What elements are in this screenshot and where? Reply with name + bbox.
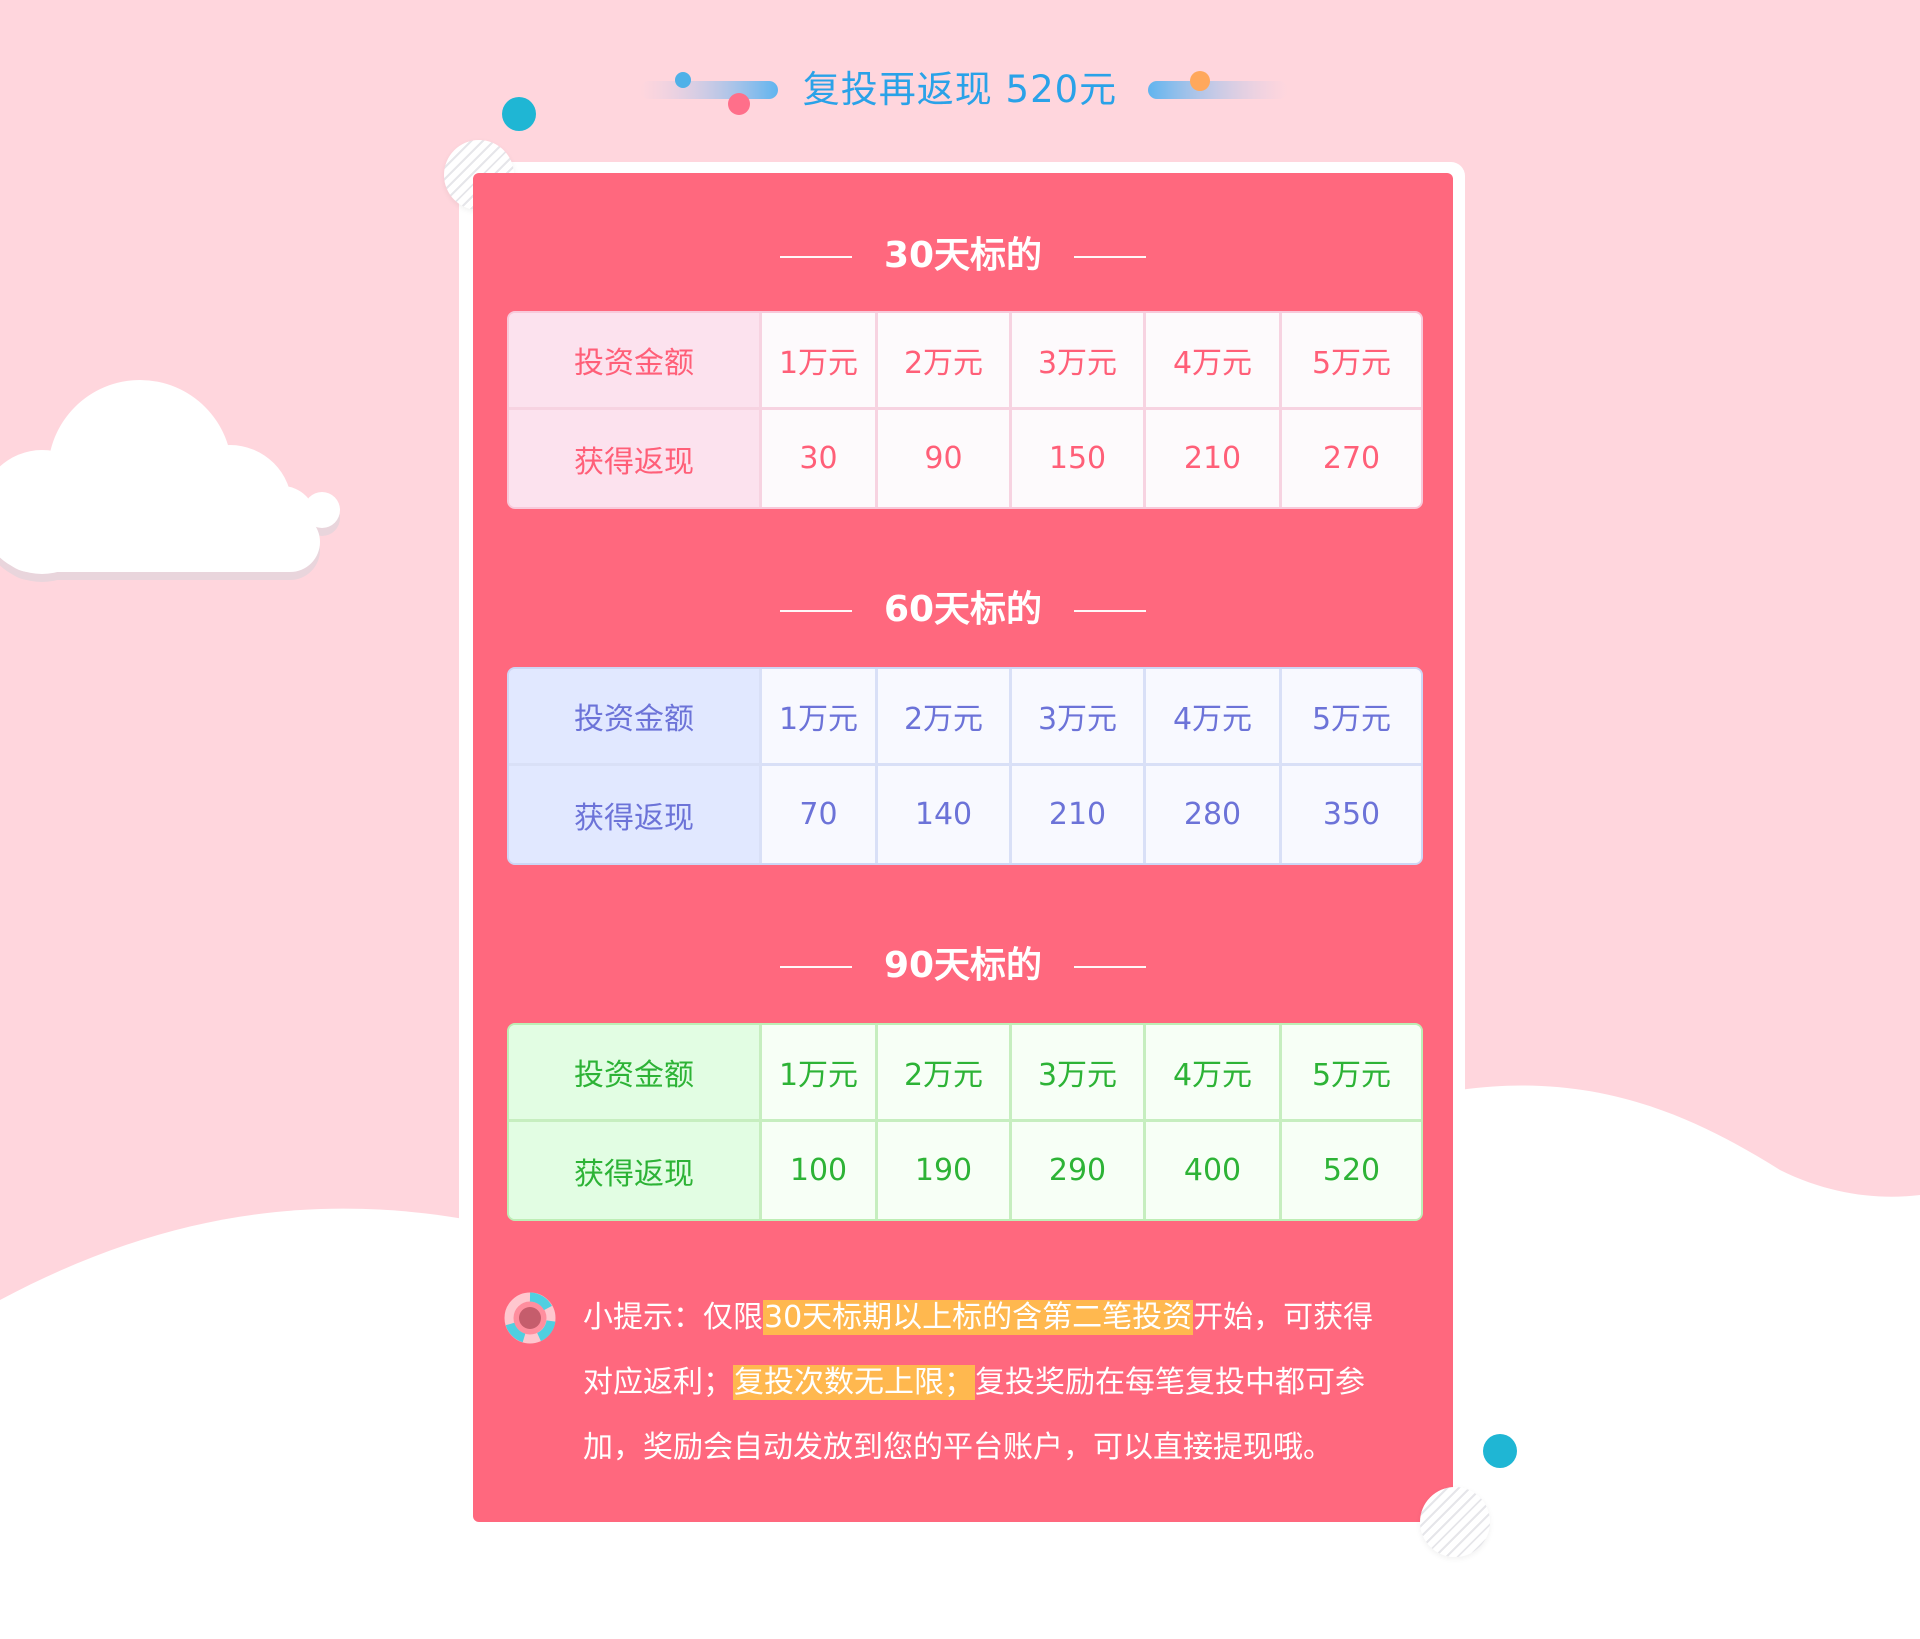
table-90-days: 投资金额 1万元 2万元 3万元 4万元 5万元 获得返现 100 190 29… xyxy=(507,1023,1423,1221)
cashback-card: 30天标的 投资金额 1万元 2万元 3万元 4万元 5万元 获得返现 30 9… xyxy=(473,173,1453,1522)
amount-cell: 3万元 xyxy=(1012,1025,1146,1122)
amount-cell: 5万元 xyxy=(1282,1025,1421,1122)
title-line-left xyxy=(779,966,852,968)
amount-cell: 1万元 xyxy=(762,1025,878,1122)
tip-highlight: 复投次数无上限； xyxy=(733,1365,975,1400)
cashback-cell: 100 xyxy=(762,1122,878,1219)
amount-cell: 4万元 xyxy=(1146,1025,1282,1122)
tip-highlight: 30天标期以上标的含第二笔投资 xyxy=(763,1300,1194,1335)
amount-cell: 1万元 xyxy=(762,313,878,410)
cashback-cell: 90 xyxy=(878,410,1012,507)
section-title-60: 60天标的 xyxy=(473,580,1453,640)
page-title: 复投再返现 520元 xyxy=(802,68,1118,111)
row-label-cashback: 获得返现 xyxy=(509,766,762,863)
title-line-left xyxy=(779,256,852,258)
hatched-circle-decoration xyxy=(1420,1487,1490,1557)
row-label-amount: 投资金额 xyxy=(509,313,762,410)
amount-cell: 3万元 xyxy=(1012,313,1146,410)
cashback-cell: 290 xyxy=(1012,1122,1146,1219)
title-line-left xyxy=(779,610,852,612)
amount-cell: 2万元 xyxy=(878,1025,1012,1122)
cashback-cell: 150 xyxy=(1012,410,1146,507)
table-60-days: 投资金额 1万元 2万元 3万元 4万元 5万元 获得返现 70 140 210… xyxy=(507,667,1423,865)
section-title-90: 90天标的 xyxy=(473,936,1453,996)
title-line-right xyxy=(1074,610,1147,612)
amount-cell: 2万元 xyxy=(878,313,1012,410)
cashback-cell: 30 xyxy=(762,410,878,507)
row-label-amount: 投资金额 xyxy=(509,1025,762,1122)
amount-cell: 3万元 xyxy=(1012,669,1146,766)
page-header: 复投再返现 520元 xyxy=(0,60,1920,120)
title-line-right xyxy=(1074,966,1147,968)
cashback-cell: 70 xyxy=(762,766,878,863)
section-title-30: 30天标的 xyxy=(473,226,1453,286)
header-decoration-right xyxy=(1148,71,1288,99)
header-decoration-left xyxy=(640,72,778,115)
cashback-cell: 270 xyxy=(1282,410,1421,507)
amount-cell: 4万元 xyxy=(1146,313,1282,410)
lifebuoy-icon xyxy=(504,1292,556,1344)
cashback-cell: 280 xyxy=(1146,766,1282,863)
cashback-cell: 210 xyxy=(1012,766,1146,863)
title-line-right xyxy=(1074,256,1147,258)
amount-cell: 4万元 xyxy=(1146,669,1282,766)
amount-cell: 5万元 xyxy=(1282,669,1421,766)
decor-dot xyxy=(1483,1434,1517,1468)
cashback-cell: 400 xyxy=(1146,1122,1282,1219)
cloud-decoration xyxy=(0,380,340,582)
row-label-cashback: 获得返现 xyxy=(509,1122,762,1219)
amount-cell: 1万元 xyxy=(762,669,878,766)
amount-cell: 2万元 xyxy=(878,669,1012,766)
cashback-cell: 350 xyxy=(1282,766,1421,863)
row-label-cashback: 获得返现 xyxy=(509,410,762,507)
cashback-cell: 140 xyxy=(878,766,1012,863)
cashback-cell: 210 xyxy=(1146,410,1282,507)
tip-text: 小提示：仅限30天标期以上标的含第二笔投资开始，可获得对应返利；复投次数无上限；… xyxy=(583,1300,1374,1465)
cashback-cell: 190 xyxy=(878,1122,1012,1219)
row-label-amount: 投资金额 xyxy=(509,669,762,766)
cashback-cell: 520 xyxy=(1282,1122,1421,1219)
amount-cell: 5万元 xyxy=(1282,313,1421,410)
table-30-days: 投资金额 1万元 2万元 3万元 4万元 5万元 获得返现 30 90 150 … xyxy=(507,311,1423,509)
